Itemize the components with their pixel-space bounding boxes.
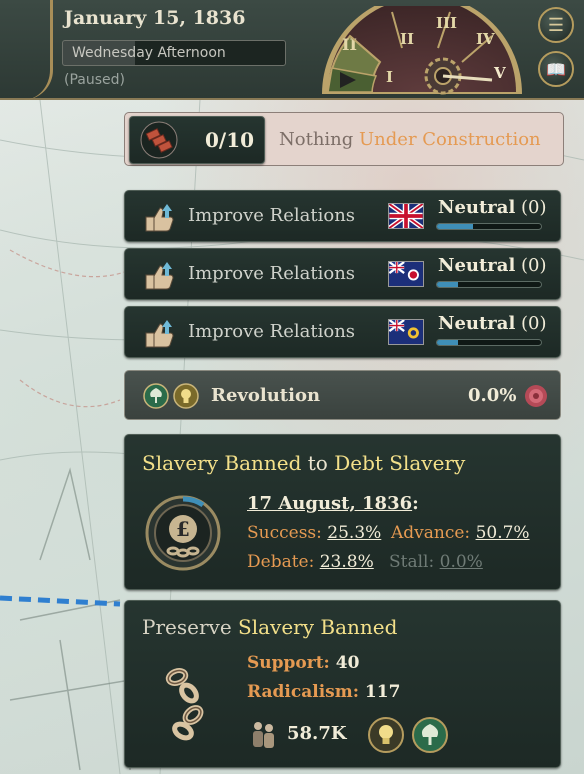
construction-status-highlight: Under Construction xyxy=(359,129,541,150)
blue-ensign-yellow-badge-flag xyxy=(388,319,424,345)
advance-value[interactable]: 50.7% xyxy=(476,523,530,543)
law-enactment-panel[interactable]: Slavery Banned to Debt Slavery £ 17 Augu… xyxy=(124,434,561,590)
radicalism-value: 117 xyxy=(364,682,401,702)
blue-ensign-red-badge-flag xyxy=(388,261,424,287)
law-odds-row-1: Success: 25.3% xyxy=(247,523,381,543)
revolution-value: 0.0% xyxy=(468,385,517,406)
thumbs-up-icon xyxy=(145,204,174,232)
construction-counter[interactable]: 0/10 xyxy=(129,116,265,164)
movement-title-prefix: Preserve xyxy=(142,615,239,639)
improve-relations-label: Improve Relations xyxy=(188,321,356,342)
speed-5-button[interactable]: V xyxy=(493,64,506,82)
law-date[interactable]: 17 August, 1836 xyxy=(247,493,412,514)
improve-relations-label: Improve Relations xyxy=(188,205,356,226)
bricks-icon xyxy=(140,121,178,159)
stall-label: Stall: xyxy=(389,552,440,572)
relation-status: Neutral (0) xyxy=(438,197,547,218)
debate-value[interactable]: 23.8% xyxy=(320,552,374,572)
support-value: 40 xyxy=(335,653,360,673)
thumbs-up-icon xyxy=(145,262,174,290)
law-odds-row-2: Debate: 23.8% xyxy=(247,552,374,572)
lightbulb-icon[interactable] xyxy=(367,716,405,754)
construction-status-prefix: Nothing xyxy=(279,129,360,150)
relation-progress-bar xyxy=(436,339,542,346)
union-jack-flag xyxy=(388,203,424,229)
relation-row[interactable]: Improve Relations Neutral (0) xyxy=(124,248,561,300)
law-title: Slavery Banned to Debt Slavery xyxy=(142,451,465,475)
radicalism-row: Radicalism: 117 xyxy=(247,682,400,702)
movement-title-highlight: Slavery Banned xyxy=(238,615,398,639)
improve-relations-label: Improve Relations xyxy=(188,263,356,284)
movement-title: Preserve Slavery Banned xyxy=(142,615,397,639)
people-icon xyxy=(253,722,274,748)
construction-count: 0/10 xyxy=(205,128,255,152)
relation-status: Neutral (0) xyxy=(438,255,547,276)
relation-status-word: Neutral xyxy=(438,197,516,218)
ornament-corner xyxy=(0,0,53,100)
support-row: Support: 40 xyxy=(247,653,359,673)
tree-icon xyxy=(143,383,169,409)
ledger-button[interactable]: 📖 xyxy=(538,51,574,87)
thumbs-up-icon xyxy=(145,320,174,348)
law-date-colon: : xyxy=(412,493,419,514)
speed-1-button[interactable]: I xyxy=(386,68,393,86)
construction-status: Nothing Under Construction xyxy=(279,129,541,150)
relation-progress-bar xyxy=(436,281,542,288)
advance-row: Advance: 50.7% xyxy=(391,523,530,543)
relation-status-word: Neutral xyxy=(438,313,516,334)
broken-chain-icon xyxy=(165,668,204,741)
target-law: Debt Slavery xyxy=(334,451,466,475)
success-label: Success: xyxy=(247,523,328,543)
debate-label: Debate: xyxy=(247,552,320,572)
relation-progress-bar xyxy=(436,223,542,230)
speed-2-button[interactable]: II xyxy=(400,30,414,48)
construction-panel[interactable]: 0/10 Nothing Under Construction xyxy=(124,112,564,166)
stall-row: Stall: 0.0% xyxy=(389,552,483,572)
law-date-line: 17 August, 1836: xyxy=(247,493,419,514)
rose-icon xyxy=(525,385,547,407)
day-time-field: Wednesday Afternoon xyxy=(62,40,286,66)
pause-icon[interactable]: II xyxy=(342,35,357,54)
hamburger-menu-icon: ☰ xyxy=(547,14,565,36)
main-menu-button[interactable]: ☰ xyxy=(538,7,574,43)
current-law: Slavery Banned xyxy=(142,451,302,475)
relation-status-word: Neutral xyxy=(438,255,516,276)
game-speed-dial[interactable]: II I II III IV V xyxy=(320,6,526,96)
stall-value[interactable]: 0.0% xyxy=(440,552,483,572)
revolution-panel[interactable]: Revolution 0.0% xyxy=(124,370,561,420)
top-bar: January 15, 1836 Wednesday Afternoon (Pa… xyxy=(0,0,584,100)
relation-value: (0) xyxy=(521,255,547,276)
support-label: Support: xyxy=(247,653,336,673)
current-date: January 15, 1836 xyxy=(64,7,246,29)
revolution-label: Revolution xyxy=(211,385,321,406)
population-value: 58.7K xyxy=(287,723,347,744)
relation-row[interactable]: Improve Relations Neutral (0) xyxy=(124,306,561,358)
speed-4-button[interactable]: IV xyxy=(476,30,495,48)
lightbulb-icon xyxy=(173,383,199,409)
svg-text:£: £ xyxy=(176,517,190,541)
advance-label: Advance: xyxy=(391,523,476,543)
radicalism-label: Radicalism: xyxy=(247,682,365,702)
speed-3-button[interactable]: III xyxy=(436,14,457,32)
relation-value: (0) xyxy=(521,197,547,218)
day-time-label: Wednesday Afternoon xyxy=(72,45,226,61)
paused-label: (Paused) xyxy=(64,72,125,88)
relation-status: Neutral (0) xyxy=(438,313,547,334)
success-value[interactable]: 25.3% xyxy=(327,523,381,543)
pound-chain-icon: £ xyxy=(145,495,221,571)
law-to: to xyxy=(301,451,335,475)
relation-row[interactable]: Improve Relations Neutral (0) xyxy=(124,190,561,242)
movement-panel[interactable]: Preserve Slavery Banned Support: 40 Radi… xyxy=(124,600,561,768)
open-book-icon: 📖 xyxy=(546,59,566,79)
relation-value: (0) xyxy=(521,313,547,334)
tree-icon[interactable] xyxy=(411,716,449,754)
